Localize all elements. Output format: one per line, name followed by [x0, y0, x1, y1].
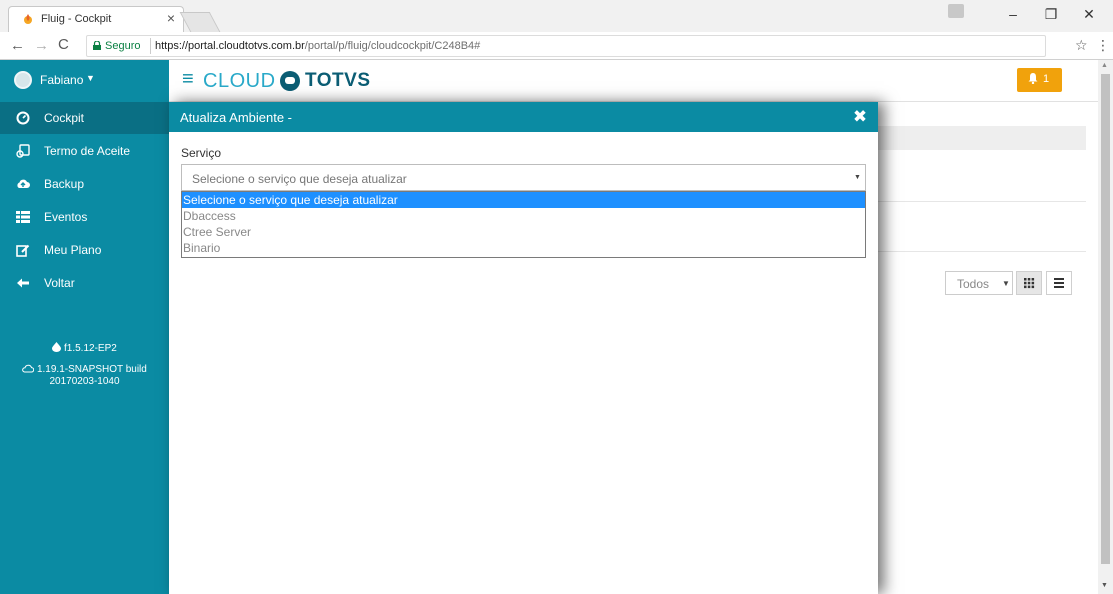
close-icon[interactable]: ✖ [852, 108, 868, 126]
caret-down-icon: ▼ [1002, 279, 1010, 288]
dropdown-option[interactable]: Binario [182, 240, 865, 256]
filter-value: Todos [957, 277, 990, 291]
brand-cloud-text: CLOUD [203, 70, 276, 92]
url-text: https://portal.cloudtotvs.com.br/portal/… [155, 40, 481, 52]
modal-header: Atualiza Ambiente - ✖ [169, 102, 878, 132]
update-environment-modal: Atualiza Ambiente - ✖ Serviço Selecione … [169, 102, 878, 594]
grid-icon [1024, 278, 1035, 289]
chevron-down-icon: ▼ [86, 73, 95, 83]
reload-icon[interactable]: C [58, 36, 69, 53]
list-icon [1054, 278, 1064, 288]
sidebar-item-backup[interactable]: Backup [0, 168, 169, 200]
caret-down-icon: ▼ [854, 174, 861, 181]
notifications-button[interactable]: 1 [1017, 68, 1062, 92]
secure-label: Seguro [105, 40, 141, 52]
build-version: 1.19.1-SNAPSHOT build 20170203-1040 [0, 364, 169, 388]
tab-title: Fluig - Cockpit [41, 13, 112, 25]
dashboard-icon [16, 111, 30, 125]
profile-icon[interactable] [948, 4, 964, 18]
totvs-logo-icon [280, 71, 300, 91]
tab-close-icon[interactable]: × [167, 10, 175, 26]
sidebar-item-eventos[interactable]: Eventos [0, 201, 169, 233]
forward-icon[interactable]: → [34, 37, 49, 54]
minimize-icon[interactable]: – [1003, 6, 1023, 22]
avatar [14, 71, 32, 89]
brand-totvs-text: TOTVS [305, 70, 371, 91]
fluig-favicon-icon [24, 14, 32, 24]
grid-view-button[interactable] [1016, 271, 1042, 295]
sidebar-item-label: Backup [44, 177, 85, 191]
back-icon[interactable]: ← [10, 37, 25, 54]
content-band [878, 126, 1086, 150]
bell-icon [1028, 73, 1038, 84]
filter-select[interactable]: Todos ▼ [945, 271, 1013, 295]
menu-icon[interactable]: ⋮ [1096, 37, 1110, 54]
dropdown-option[interactable]: Dbaccess [182, 208, 865, 224]
address-bar: ← → C Seguro https://portal.cloudtotvs.c… [0, 32, 1113, 60]
fluig-drop-icon [52, 342, 62, 352]
lock-icon [93, 41, 101, 50]
select-value: Selecione o serviço que deseja atualizar [192, 172, 407, 186]
arrow-left-icon [17, 278, 29, 288]
sidebar-item-label: Termo de Aceite [44, 144, 131, 158]
fluig-version: f1.5.12-EP2 [0, 342, 169, 354]
notification-count: 1 [1043, 73, 1050, 85]
user-menu[interactable]: Fabiano ▼ [0, 60, 169, 102]
dropdown-option[interactable]: Selecione o serviço que deseja atualizar [182, 192, 865, 208]
modal-title: Atualiza Ambiente - [180, 110, 293, 125]
url-separator [150, 38, 151, 54]
new-tab-button[interactable] [179, 12, 221, 32]
scroll-up-icon[interactable]: ▲ [1101, 62, 1108, 69]
url-input[interactable]: Seguro https://portal.cloudtotvs.com.br/… [86, 35, 1046, 57]
acceptance-icon [16, 144, 30, 158]
star-icon[interactable]: ☆ [1075, 37, 1088, 54]
sidebar-item-label: Cockpit [44, 111, 85, 125]
list-view-button[interactable] [1046, 271, 1072, 295]
browser-tabstrip: Fluig - Cockpit × – ❐ ✕ [0, 0, 1113, 32]
sidebar-item-label: Voltar [44, 276, 75, 290]
service-dropdown: Selecione o serviço que deseja atualizar… [181, 191, 866, 258]
divider [878, 201, 1086, 202]
service-label: Serviço [181, 146, 222, 160]
list-icon [16, 211, 30, 223]
browser-tab[interactable]: Fluig - Cockpit × [8, 6, 184, 32]
scroll-thumb[interactable] [1101, 74, 1110, 564]
dropdown-option[interactable]: Ctree Server [182, 224, 865, 240]
user-name: Fabiano [40, 73, 84, 87]
sidebar-item-cockpit[interactable]: Cockpit [0, 102, 169, 134]
app-header: Fabiano ▼ ≡ CLOUD TOTVS 1 [0, 60, 1098, 102]
sidebar-item-meu-plano[interactable]: Meu Plano [0, 234, 169, 266]
page-scrollbar[interactable]: ▲ ▼ [1098, 60, 1113, 594]
sidebar-item-voltar[interactable]: Voltar [0, 267, 169, 299]
sidebar: Cockpit Termo de Aceite Backup Eventos M… [0, 102, 169, 594]
sidebar-item-label: Eventos [44, 210, 88, 224]
scroll-down-icon[interactable]: ▼ [1101, 582, 1108, 589]
cloud-outline-icon [22, 364, 35, 373]
sidebar-item-label: Meu Plano [44, 243, 102, 257]
hamburger-menu-icon[interactable]: ≡ [182, 69, 194, 89]
sidebar-item-termo-de-aceite[interactable]: Termo de Aceite [0, 135, 169, 167]
divider [878, 251, 1086, 252]
service-select[interactable]: Selecione o serviço que deseja atualizar… [181, 164, 866, 191]
cloud-upload-icon [17, 179, 30, 188]
close-window-icon[interactable]: ✕ [1079, 6, 1099, 23]
edit-icon [16, 244, 30, 257]
restore-icon[interactable]: ❐ [1041, 6, 1061, 23]
